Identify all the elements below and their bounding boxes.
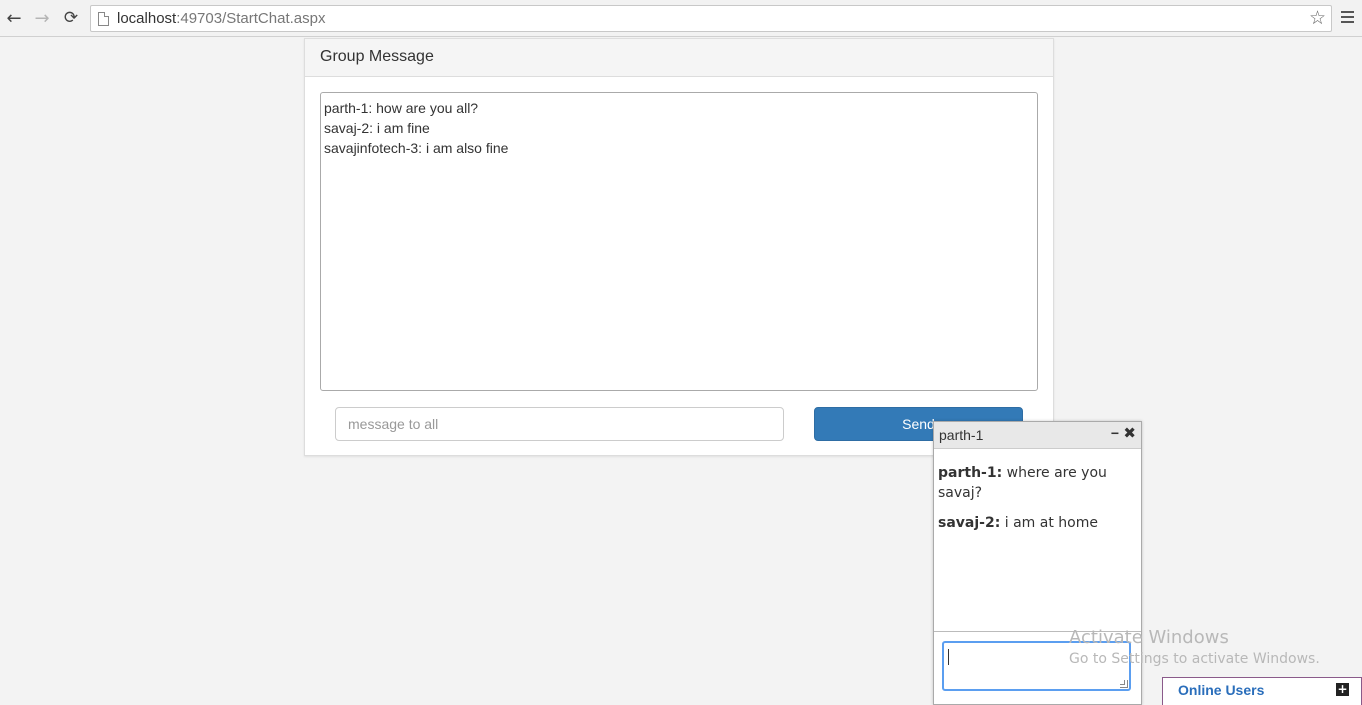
back-arrow-icon[interactable]: ← (3, 7, 25, 29)
group-message-panel: Group Message parth-1: how are you all? … (304, 38, 1054, 456)
online-users-label: Online Users (1178, 682, 1265, 698)
chat-message: parth-1: where are you savaj? (938, 465, 1107, 501)
reload-icon[interactable]: ⟳ (60, 7, 82, 29)
group-messages-area[interactable]: parth-1: how are you all? savaj-2: i am … (320, 92, 1038, 391)
browser-toolbar: ← → ⟳ localhost:49703/StartChat.aspx ☆ (0, 0, 1362, 37)
panel-title: Group Message (305, 39, 1053, 77)
group-message: savaj-2: i am fine (324, 120, 430, 136)
chat-title: parth-1 (939, 427, 984, 443)
chat-header: parth-1 − ✖ (934, 422, 1141, 449)
page-icon (98, 12, 109, 26)
minimize-icon[interactable]: − (1111, 425, 1119, 441)
close-icon[interactable]: ✖ (1123, 424, 1136, 442)
activate-windows-watermark: Activate Windows Go to Settings to activ… (1069, 627, 1320, 667)
browser-menu-icon[interactable] (1341, 11, 1354, 23)
online-users-bar[interactable]: Online Users + (1162, 677, 1362, 705)
expand-plus-icon[interactable]: + (1336, 683, 1349, 696)
address-bar[interactable]: localhost:49703/StartChat.aspx ☆ (90, 5, 1332, 32)
chat-message: savaj-2: i am at home (938, 515, 1098, 531)
group-message: savajinfotech-3: i am also fine (324, 140, 509, 156)
chat-messages: parth-1: where are you savaj? savaj-2: i… (934, 450, 1141, 632)
group-message: parth-1: how are you all? (324, 100, 479, 116)
bookmark-star-icon[interactable]: ☆ (1309, 7, 1326, 29)
resize-handle-icon[interactable] (1120, 680, 1128, 688)
message-to-all-input[interactable]: message to all (335, 407, 784, 441)
forward-arrow-icon[interactable]: → (31, 7, 53, 29)
url-text[interactable]: localhost:49703/StartChat.aspx (117, 10, 325, 27)
text-caret (948, 649, 949, 665)
